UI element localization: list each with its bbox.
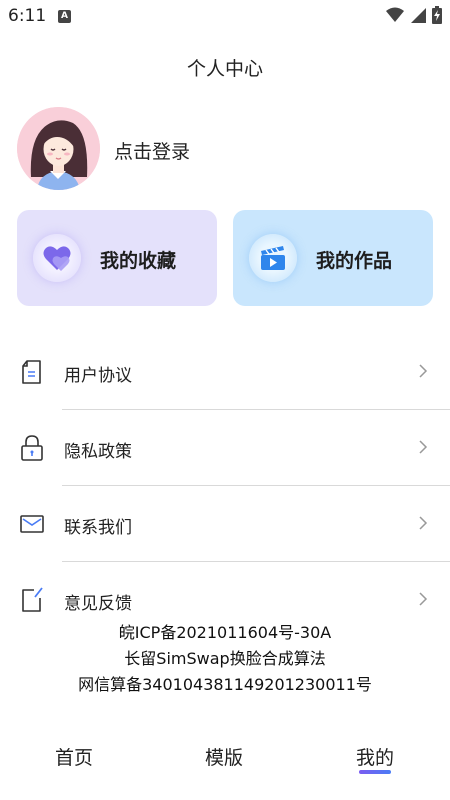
chevron-right-icon	[419, 592, 428, 606]
works-card[interactable]: 我的作品	[233, 210, 433, 306]
menu-item-user-agreement[interactable]: 用户协议	[0, 334, 450, 410]
notification-a-icon: A	[58, 10, 71, 23]
status-bar: 6:11 A	[0, 0, 450, 32]
chevron-right-icon	[419, 516, 428, 530]
status-time: 6:11	[8, 6, 47, 26]
avatar-illustration-icon	[17, 107, 100, 190]
bottom-tab-bar: 首页 模版 我的	[0, 735, 450, 785]
menu-label: 联系我们	[64, 518, 132, 538]
menu-item-privacy-policy[interactable]: 隐私政策	[0, 410, 450, 486]
login-link[interactable]: 点击登录	[114, 137, 190, 164]
algorithm-record: 网信算备340104381149201230011号	[78, 675, 372, 694]
wifi-icon	[386, 7, 404, 22]
tab-mine[interactable]: 我的	[356, 743, 394, 770]
chevron-right-icon	[419, 364, 428, 378]
active-tab-indicator	[359, 770, 391, 774]
status-icons	[386, 6, 442, 24]
heart-icon	[43, 246, 71, 271]
favorites-label: 我的收藏	[100, 250, 177, 272]
algorithm-name: 长留SimSwap换脸合成算法	[124, 649, 326, 668]
avatar[interactable]	[17, 107, 100, 190]
signal-icon	[411, 8, 426, 23]
menu-label: 隐私政策	[64, 442, 132, 462]
menu-label: 用户协议	[64, 366, 132, 386]
tab-template[interactable]: 模版	[205, 743, 243, 770]
menu-item-contact-us[interactable]: 联系我们	[0, 486, 450, 562]
menu-label: 意见反馈	[64, 594, 132, 614]
works-icon-wrap	[249, 234, 297, 282]
settings-menu: 用户协议 隐私政策 联系我们 意见反馈	[0, 334, 450, 638]
battery-charging-icon	[432, 6, 442, 24]
chevron-right-icon	[419, 440, 428, 454]
document-icon	[22, 360, 41, 384]
tab-home[interactable]: 首页	[55, 743, 93, 770]
mail-icon	[20, 515, 44, 533]
favorites-card[interactable]: 我的收藏	[17, 210, 217, 306]
page-title: 个人中心	[186, 58, 263, 80]
works-label: 我的作品	[316, 250, 393, 272]
feedback-icon	[22, 587, 43, 612]
favorites-icon-wrap	[33, 234, 81, 282]
icp-record: 皖ICP备2021011604号-30A	[118, 623, 332, 642]
clapperboard-icon	[261, 246, 285, 270]
filing-info: 皖ICP备2021011604号-30A 长留SimSwap换脸合成算法 网信算…	[0, 620, 450, 698]
lock-icon	[21, 435, 43, 461]
